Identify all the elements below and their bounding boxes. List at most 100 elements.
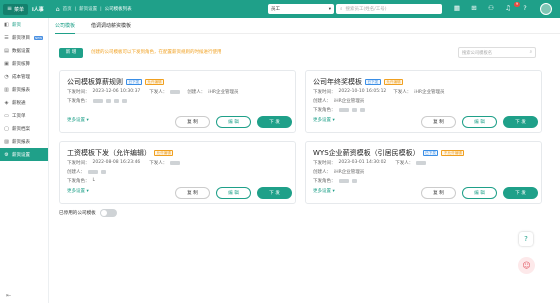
copy-button[interactable]: 复 制 [175,187,210,199]
redacted-text [359,107,365,112]
card-target-row: 下发角色： L [67,178,95,184]
more-settings-link[interactable]: 更多设置 ▾ [313,188,335,194]
status-badge: 允许编辑 [154,150,174,156]
card-creator-row: 创建人： iHR企业管理员 [313,98,364,104]
sidebar-item-payslip[interactable]: ▭ 工资单 [0,109,48,122]
target-label: 下发角色： [313,179,336,184]
sidebar-item-label: 薪资报表 [12,87,30,93]
card-title-row: 公司年终奖模板 已下发 允许编辑 [313,77,404,87]
top-icon-group: ▦ ⊞ ⚇ ♫ ? ⌕ [452,3,547,12]
more-settings-link[interactable]: 更多设置 ▾ [67,188,89,194]
card-creator-row: 创建人： [67,169,106,175]
status-badge: 已下发 [126,79,142,85]
sidebar-item-salary-items[interactable]: ☰ 薪资项目 NEW [0,31,48,44]
sidebar-item-salary[interactable]: ◧ 薪资 [0,18,48,31]
redacted-text [351,178,357,183]
card-title: 工资模板下发（允许编辑） [67,149,151,157]
employee-search-input[interactable]: ⌕ 搜索员工(姓名/工号) [336,4,442,14]
help-float-icon[interactable]: ? [519,232,533,246]
template-card: 公司模板算薪规则 已下发 允许编辑 下发时间： 2023-12-06 10:30… [59,70,296,133]
card-meta-row: 下发时间： 2022-10-10 16:05:12 下发人： iHR企业管理员 [313,89,445,95]
sidebar-item-tax[interactable]: ◈ 薪税通 [0,96,48,109]
issuer-label: 下发人： [393,90,412,95]
cost-icon: ◔ [4,73,9,80]
issue-button[interactable]: 下 发 [503,116,538,128]
card-meta-row: 下发时间： 2023-12-06 10:30:37 下发人： 创建人： iHR企… [67,89,239,95]
tab-company-template[interactable]: 公司模板 [55,18,76,34]
sidebar-item-data-settings[interactable]: ▤ 数据设置 [0,44,48,57]
add-template-button[interactable]: 新 增 [59,48,83,58]
bell-icon[interactable]: ♫ [503,4,513,12]
calc-icon: ▣ [4,60,9,67]
issue-time: 2022-10-10 16:05:12 [338,89,387,94]
template-card: 工资模板下发（允许编辑） 允许编辑 下发时间： 2022-08-08 16:23… [59,141,296,204]
creator: iHR企业管理员 [334,170,365,175]
card-title-row: WYS企业薪资模板（引居民模板） 已下发 不允许编辑 [313,148,465,158]
sidebar-item-salary-calc[interactable]: ▣ 薪资核算 [0,57,48,70]
copy-button[interactable]: 复 制 [175,116,210,128]
tax-icon: ◈ [4,99,9,106]
card-title: 公司年终奖模板 [313,78,362,86]
sidebar-item-label: 工资单 [12,113,26,119]
issue-button[interactable]: 下 发 [257,187,292,199]
sidebar-item-cost[interactable]: ◔ 成本管理 [0,70,48,83]
sidebar-item-salary-report[interactable]: ▥ 薪资报表 [0,83,48,96]
avatar[interactable] [540,3,552,15]
menu-button[interactable]: ≡ 菜单 [3,3,29,15]
edit-button[interactable]: 编 辑 [216,116,251,128]
menu-icon: ≡ [7,5,13,12]
more-settings-link[interactable]: 更多设置 ▾ [67,117,89,123]
sidebar-item-label: 薪资设置 [12,152,30,158]
sidebar-item-salary-settings[interactable]: ⚙ 薪资设置 [0,148,48,161]
search-icon: ⌕ [529,50,532,55]
role-select[interactable]: 员工 ▾ [268,4,334,14]
home-icon[interactable]: ⌂ [56,6,60,13]
more-settings-label: 更多设置 [313,189,331,194]
more-settings-link[interactable]: 更多设置 ▾ [313,117,335,123]
edit-button[interactable]: 编 辑 [216,187,251,199]
redacted-text [88,169,98,174]
new-badge: NEW [34,35,44,40]
main-content: 公司模板 借调调动薪资模板 新 增 创建的公司模板可以下发到角色，在配置薪资规则… [49,18,560,303]
edit-button[interactable]: 编 辑 [462,187,497,199]
issuer-label: 下发人： [395,161,414,166]
role-select-value: 员工 [271,7,280,12]
breadcrumb-separator: | [100,6,102,12]
issue-time-label: 下发时间： [67,90,90,95]
tab-transfer-template[interactable]: 借调调动薪资模板 [91,18,131,34]
disabled-templates-label: 已停用的公司模板 [59,211,96,216]
assistant-avatar-icon[interactable]: ☺ [518,257,535,274]
target-label: 下发角色： [67,99,90,104]
chevron-down-icon: ▾ [332,189,335,194]
edit-button[interactable]: 编 辑 [462,116,497,128]
redacted-text [416,160,427,165]
calendar-icon[interactable]: ▦ [452,4,462,12]
copy-button[interactable]: 复 制 [421,187,456,199]
collapse-icon[interactable]: ⇤ [6,292,11,299]
issue-time-label: 下发时间： [313,161,336,166]
chevron-down-icon: ▾ [86,189,89,194]
people-icon[interactable]: ⚇ [486,4,496,12]
sidebar-item-label: 成本管理 [12,74,30,80]
grid-icon[interactable]: ⊞ [469,4,479,12]
copy-button[interactable]: 复 制 [421,116,456,128]
redacted-text [113,98,119,103]
help-icon[interactable]: ? [520,4,530,12]
breadcrumb-item[interactable]: 薪资设置 [79,6,97,12]
issue-button[interactable]: 下 发 [503,187,538,199]
sidebar-item-chart[interactable]: ▨ 薪资报表 [0,135,48,148]
sidebar-item-label: 薪税通 [12,100,26,106]
target-label: 下发角色： [67,179,90,184]
issue-button[interactable]: 下 发 [257,116,292,128]
redacted-text [121,98,127,103]
breadcrumb-current: 公司模板列表 [104,7,132,12]
sidebar-item-archive[interactable]: ▢ 薪资档案 [0,122,48,135]
issue-time: 2023-03-01 14:30:02 [338,160,387,165]
chevron-down-icon: ▾ [328,6,331,12]
disabled-templates-toggle[interactable] [99,209,117,217]
sidebar-item-label: 薪资报表 [12,139,30,145]
issue-time-label: 下发时间： [67,161,90,166]
card-meta-row: 下发时间： 2023-03-01 14:30:02 下发人： [313,160,427,166]
template-search-input[interactable]: 搜索公司模板名 ⌕ [458,47,536,58]
breadcrumb-item[interactable]: 首页 [63,6,72,12]
